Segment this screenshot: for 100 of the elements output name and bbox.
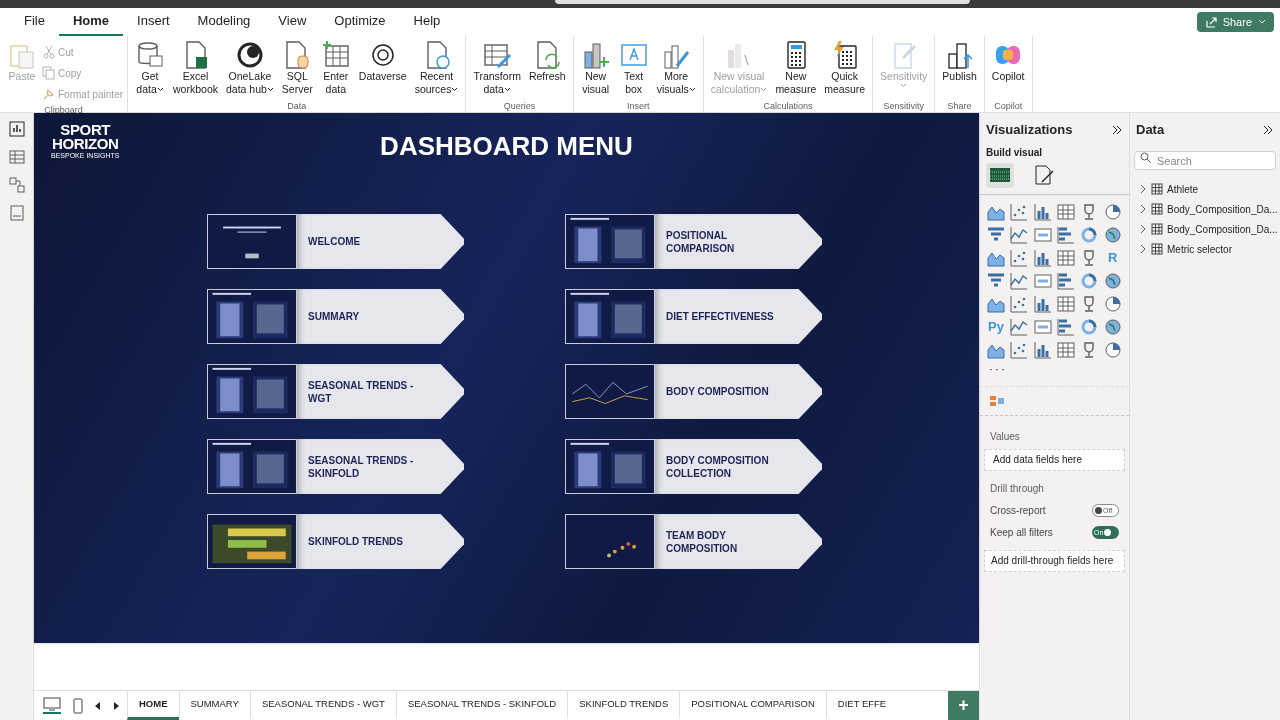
group-label: Insert: [625, 100, 651, 112]
page-tab[interactable]: HOME: [127, 691, 179, 720]
ribbon-button[interactable]: New visual: [577, 40, 614, 96]
add-page-button[interactable]: +: [948, 691, 979, 720]
pie-chart-icon[interactable]: [1103, 202, 1122, 221]
page-tab[interactable]: SEASONAL TRENDS - WGT: [249, 691, 396, 720]
ribbon-button[interactable]: OneLake data hub: [223, 40, 277, 96]
page-nav-button[interactable]: WELCOME: [297, 214, 464, 269]
column-chart-icon[interactable]: [1033, 294, 1052, 313]
funnel-icon[interactable]: [987, 225, 1005, 244]
collapse-icon[interactable]: [1262, 123, 1274, 136]
menu-tab[interactable]: Insert: [123, 8, 184, 36]
menu-tab[interactable]: Help: [399, 8, 455, 36]
donut-chart-icon[interactable]: [1080, 225, 1099, 244]
column-chart-icon[interactable]: [1033, 340, 1052, 359]
paintbrush-icon: [42, 87, 55, 101]
menu-tab[interactable]: File: [10, 8, 59, 36]
next-icon[interactable]: [113, 701, 119, 710]
field-list-icon[interactable]: [989, 394, 1005, 407]
drop-field[interactable]: Add data fields here: [984, 448, 1125, 471]
page-nav-button[interactable]: POSITIONAL COMPARISON: [655, 214, 822, 269]
line-chart-icon[interactable]: [1010, 271, 1029, 290]
ribbon-button[interactable]: Enter data: [317, 40, 354, 96]
group-label: Clipboard: [43, 104, 84, 116]
ribbon-button[interactable]: New measure: [772, 40, 820, 96]
ribbon-button[interactable]: Recent sources: [411, 40, 462, 96]
group-label: Queries: [502, 100, 537, 112]
ribbon-button[interactable]: Publish: [939, 40, 980, 83]
ribbon-button[interactable]: Text box: [615, 40, 652, 96]
fields-tab[interactable]: [986, 162, 1014, 188]
ribbon-button[interactable]: SQL Server: [278, 40, 316, 96]
line-chart-icon[interactable]: [1010, 225, 1029, 244]
ribbon-button[interactable]: Dataverse: [355, 40, 410, 83]
toggle-label: Cross-report: [990, 503, 1046, 518]
page-nav-button[interactable]: BODY COMPOSITION COLLECTION: [655, 439, 822, 494]
ribbon-button[interactable]: Get data: [132, 40, 169, 96]
bar-chart-icon[interactable]: [1057, 317, 1075, 336]
table-item[interactable]: Metric selector: [1140, 241, 1280, 257]
page-nav-button[interactable]: SEASONAL TRENDS - SKINFOLD: [297, 439, 464, 494]
page-nav-button[interactable]: SUMMARY: [297, 289, 464, 344]
map-icon[interactable]: [1103, 271, 1122, 290]
search-field[interactable]: Search: [1134, 151, 1276, 170]
donut-chart-icon[interactable]: [1080, 271, 1099, 290]
page-tab[interactable]: SKINFOLD TRENDS: [567, 691, 680, 720]
desktop-icon[interactable]: [43, 697, 61, 711]
ribbon-button[interactable]: Refresh: [525, 40, 569, 83]
report-view-icon[interactable]: [8, 121, 25, 137]
table-icon[interactable]: [1057, 340, 1075, 359]
donut-chart-icon[interactable]: [1080, 317, 1099, 336]
table-icon[interactable]: [1057, 294, 1075, 313]
dashboard-title: DASHBOARD MENU: [380, 130, 633, 163]
drop-field[interactable]: Add drill-through fields here: [984, 549, 1125, 572]
scatter-chart-icon[interactable]: [1010, 340, 1029, 359]
page-tab[interactable]: SUMMARY: [178, 691, 250, 720]
table-item[interactable]: Athlete: [1140, 181, 1280, 197]
column-chart-icon[interactable]: [1033, 248, 1052, 267]
page-nav-button[interactable]: DIET EFFECTIVENESS: [655, 289, 822, 344]
table-item[interactable]: Body_Composition_Da...: [1140, 221, 1280, 237]
menu-tab[interactable]: Modeling: [183, 8, 265, 36]
page-tab[interactable]: POSITIONAL COMPARISON: [679, 691, 826, 720]
model-view-icon[interactable]: [8, 177, 25, 193]
ribbon-button[interactable]: Transform data: [470, 40, 524, 96]
collapse-icon[interactable]: [1111, 123, 1123, 136]
page-tab[interactable]: DIET EFFE: [825, 691, 898, 720]
map-icon[interactable]: [1103, 317, 1122, 336]
page-brush-icon: [1033, 164, 1055, 186]
page-tab[interactable]: SEASONAL TRENDS - SKINFOLD: [395, 691, 568, 720]
map-icon[interactable]: [1103, 225, 1122, 244]
bar-chart-icon[interactable]: [1057, 271, 1075, 290]
pie-chart-icon[interactable]: [1103, 294, 1122, 313]
more-visuals-button[interactable]: ···: [980, 359, 1129, 378]
ribbon-button[interactable]: Quick measure: [821, 40, 869, 96]
table-item[interactable]: Body_Composition_Da...: [1140, 201, 1280, 217]
ribbon-button[interactable]: Excel workbook: [170, 40, 221, 96]
scatter-chart-icon[interactable]: [1010, 202, 1029, 221]
line-chart-icon[interactable]: [1010, 317, 1029, 336]
share-button[interactable]: Share: [1196, 12, 1274, 32]
menu-tab[interactable]: Optimize: [320, 8, 400, 36]
page-nav-button[interactable]: SKINFOLD TRENDS: [297, 514, 464, 569]
share-icon: [1204, 16, 1217, 28]
funnel-icon[interactable]: [987, 271, 1005, 290]
menu-tab[interactable]: View: [264, 8, 321, 36]
section-label: Values: [989, 429, 1021, 444]
table-icon[interactable]: [1057, 202, 1075, 221]
page-nav-button[interactable]: SEASONAL TRENDS - WGT: [297, 364, 464, 419]
phone-icon[interactable]: [73, 697, 83, 714]
table-icon[interactable]: [1057, 248, 1075, 267]
previous-icon[interactable]: [95, 701, 101, 710]
pie-chart-icon[interactable]: [1103, 340, 1122, 359]
ribbon-button[interactable]: Copilot: [988, 40, 1028, 83]
bar-chart-icon[interactable]: [1057, 225, 1075, 244]
ribbon-button[interactable]: More visuals: [653, 40, 699, 96]
page-nav-button[interactable]: BODY COMPOSITION: [655, 364, 822, 419]
scatter-chart-icon[interactable]: [1010, 294, 1029, 313]
section-label: Build visual: [985, 145, 1044, 160]
scatter-chart-icon[interactable]: [1010, 248, 1029, 267]
page-nav-button[interactable]: TEAM BODY COMPOSITION: [655, 514, 822, 569]
table-icon: [1151, 243, 1163, 255]
column-chart-icon[interactable]: [1033, 202, 1052, 221]
table-view-icon[interactable]: [8, 149, 25, 165]
